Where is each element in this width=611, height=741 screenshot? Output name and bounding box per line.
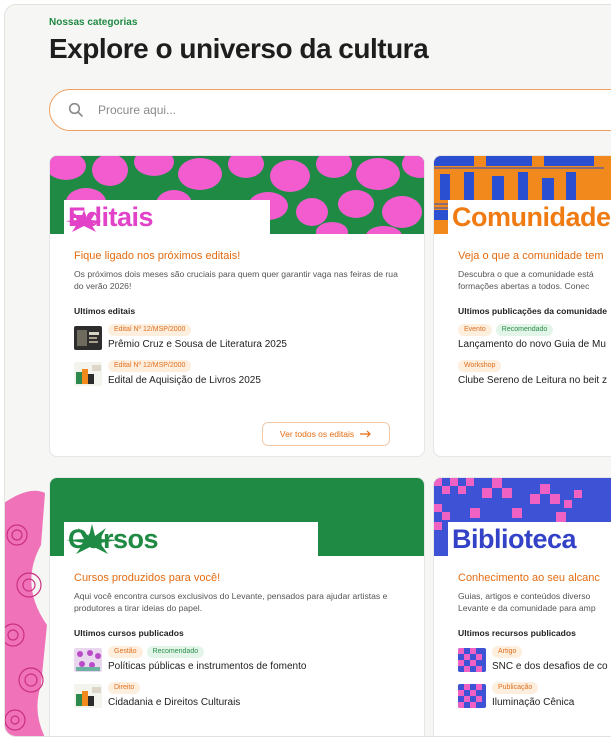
category-card-biblioteca[interactable]: Biblioteca Conhecimento ao seu alcanc Gu… [433, 477, 611, 736]
item-title: Políticas públicas e instrumentos de fom… [108, 661, 307, 672]
card-title: Cursos [64, 522, 318, 556]
list-item[interactable]: Artigo SNC e dos desafios de co [458, 646, 611, 672]
card-title-text: Biblioteca [452, 524, 577, 554]
card-tagline: Conhecimento ao seu alcanc [458, 572, 600, 584]
item-thumbnail [74, 648, 102, 672]
item-badge: Edital Nº 12/MSP/2000 [108, 360, 192, 372]
list-item[interactable]: Publicação Iluminação Cênica [458, 682, 611, 708]
card-tagline: Fique ligado nos próximos editais! [74, 250, 241, 262]
item-thumbnail [458, 648, 486, 672]
item-badge: Recomendado [146, 646, 205, 658]
card-list-title: Ultimos publicações da comunidade [458, 306, 607, 316]
card-banner: Editais [50, 156, 424, 234]
card-title: Editais [64, 200, 270, 234]
view-all-editais-button[interactable]: Ver todos os editais [262, 422, 390, 446]
card-title: Biblioteca [448, 522, 611, 556]
item-badge: Edital Nº 12/MSP/2000 [108, 324, 192, 336]
item-title: Lançamento do novo Guia de Mu [458, 339, 606, 350]
item-badge: Direito [108, 682, 141, 694]
item-title: SNC e dos desafios de co [492, 661, 608, 672]
item-title: Iluminação Cênica [492, 697, 575, 708]
list-item[interactable]: Edital Nº 12/MSP/2000 Edital de Aquisiçã… [74, 360, 400, 386]
item-badge: Gestão [108, 646, 143, 658]
card-banner: Comunidade [434, 156, 611, 234]
category-card-comunidade[interactable]: Comunidade Veja o que a comunidade tem D… [433, 155, 611, 457]
section-eyebrow: Nossas categorias [49, 17, 138, 28]
item-title: Clube Sereno de Leitura no beit z [458, 375, 607, 386]
arrow-right-icon [360, 430, 371, 438]
item-title: Edital de Aquisição de Livros 2025 [108, 375, 261, 386]
list-item[interactable]: Workshop Clube Sereno de Leitura no beit… [458, 360, 611, 386]
page-title: Explore o universo da cultura [49, 33, 429, 64]
search-input[interactable] [98, 103, 498, 117]
card-description: Guias, artigos e conteúdos diverso Levan… [458, 591, 596, 613]
item-thumbnail [74, 326, 102, 350]
card-banner: Cursos [50, 478, 424, 556]
starburst-icon [66, 210, 102, 232]
search-icon [68, 102, 83, 117]
item-badge: Workshop [458, 360, 502, 372]
category-card-cursos[interactable]: Cursos Cursos produzidos para você! Aqui… [49, 477, 425, 736]
item-badge: Artigo [492, 646, 523, 658]
card-description: Descubra o que a comunidade está formaçõ… [458, 269, 594, 291]
card-tagline: Veja o que a comunidade tem [458, 250, 604, 262]
item-thumbnail [74, 684, 102, 708]
search-bar[interactable] [49, 89, 611, 131]
item-badge: Publicação [492, 682, 539, 694]
item-title: Prêmio Cruz e Sousa de Literatura 2025 [108, 339, 287, 350]
card-list-title: Ultimos editais [74, 306, 136, 316]
card-description: Aqui você encontra cursos exclusivos do … [74, 591, 388, 613]
item-title: Cidadania e Direitos Culturais [108, 697, 241, 708]
card-title: Comunidade [448, 200, 611, 234]
card-banner: Biblioteca [434, 478, 611, 556]
starburst-icon [66, 524, 118, 554]
page-frame: Nossas categorias Explore o universo da … [4, 4, 611, 737]
button-label: Ver todos os editais [279, 429, 355, 439]
list-item[interactable]: Gestão Recomendado Políticas públicas e … [74, 646, 400, 672]
item-badge: Evento [458, 324, 492, 336]
category-card-editais[interactable]: Editais Fique ligado nos próximos editai… [49, 155, 425, 457]
list-item[interactable]: Edital Nº 12/MSP/2000 Prêmio Cruz e Sous… [74, 324, 400, 350]
card-list-title: Ultimos recursos publicados [458, 628, 576, 638]
item-thumbnail [458, 684, 486, 708]
card-title-text: Comunidade [452, 202, 611, 232]
card-description: Os próximos dois meses são cruciais para… [74, 269, 398, 291]
card-tagline: Cursos produzidos para você! [74, 572, 221, 584]
item-thumbnail [74, 362, 102, 386]
list-item[interactable]: Evento Recomendado Lançamento do novo Gu… [458, 324, 611, 350]
card-list-title: Ultimos cursos publicados [74, 628, 184, 638]
list-item[interactable]: Direito Cidadania e Direitos Culturais [74, 682, 400, 708]
item-badge: Recomendado [495, 324, 554, 336]
